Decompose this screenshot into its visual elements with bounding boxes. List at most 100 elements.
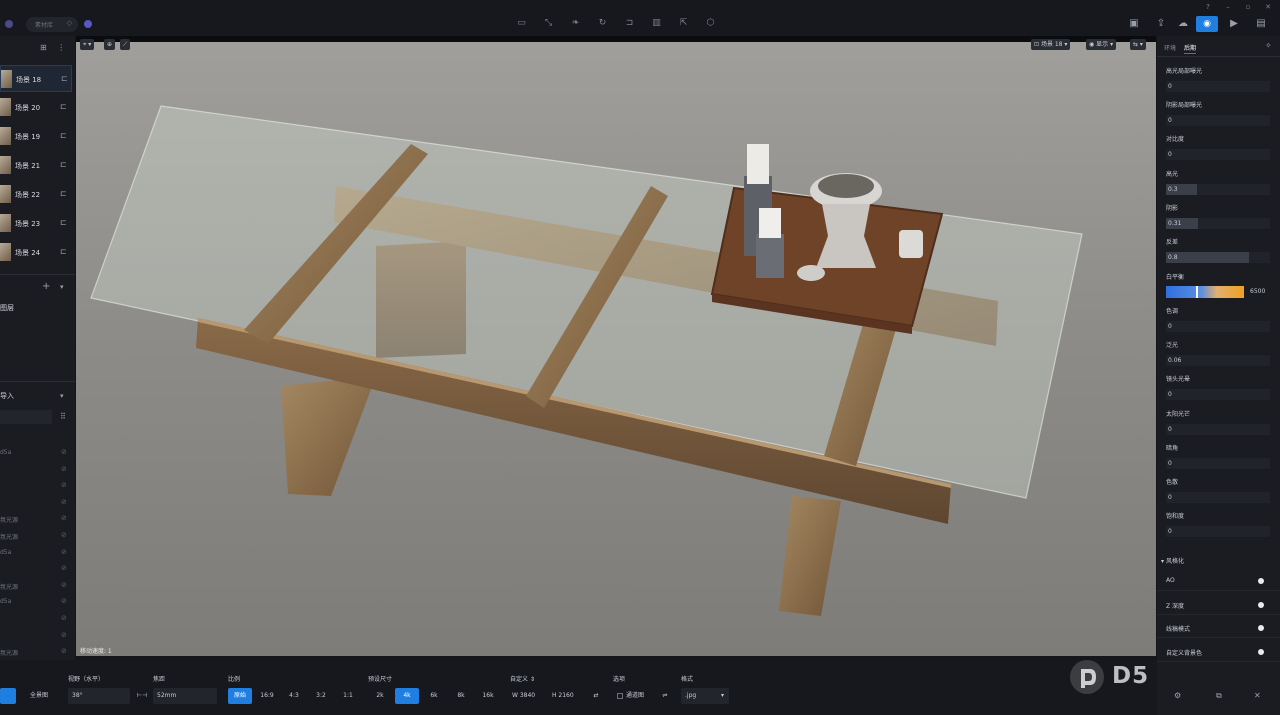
fov-field[interactable]: 38° — [68, 688, 130, 704]
ratio-button[interactable]: 4:3 — [282, 688, 306, 704]
stylize-header[interactable]: ▾ 风格化 — [1161, 556, 1184, 565]
render-viewport[interactable]: ⌖ ▾ ⊕ ⟋ ⊡ 场景 18 ▾ ◉ 显示 ▾ ⇆ ▾ 移动速度: 1 — [76, 36, 1156, 656]
visibility-off-icon[interactable]: ⊘ — [61, 481, 67, 489]
visibility-off-icon[interactable]: ⊘ — [61, 647, 67, 655]
white-balance-slider[interactable] — [1166, 286, 1244, 298]
scene-item[interactable]: 场景 22 ⊏ — [0, 181, 72, 208]
property-slider[interactable]: 0.8 — [1166, 252, 1270, 263]
list-item[interactable]: ⊘ — [0, 463, 75, 479]
camera-icon[interactable]: ⊏ — [60, 102, 67, 111]
width-field[interactable]: W 3840 — [508, 688, 546, 704]
toggle-switch[interactable] — [1258, 648, 1264, 655]
scene-item[interactable]: 场景 18 ⊏ — [0, 65, 72, 92]
app-logo[interactable] — [5, 20, 13, 28]
display-menu[interactable]: ◉ 显示 ▾ — [1086, 39, 1117, 50]
visibility-off-icon[interactable]: ⊘ — [61, 531, 67, 539]
pin-icon[interactable]: ✧ — [1265, 41, 1272, 50]
gear-icon[interactable]: ⚙ — [1174, 691, 1181, 700]
rotate-tool-icon[interactable]: ↻ — [597, 18, 608, 29]
chevron-down-icon[interactable]: ▾ — [60, 283, 64, 291]
scene-item[interactable]: 场景 19 ⊏ — [0, 123, 72, 150]
list-item[interactable]: d5a ⊘ — [0, 446, 75, 462]
property-slider[interactable]: 0 — [1166, 389, 1270, 401]
list-item[interactable]: ⊘ — [0, 496, 75, 512]
property-slider[interactable]: 0 — [1166, 81, 1270, 92]
close-button[interactable]: ✕ — [1262, 2, 1274, 12]
visibility-off-icon[interactable]: ⊘ — [61, 448, 67, 456]
camera-icon[interactable]: ⊏ — [60, 160, 67, 169]
property-slider[interactable]: 0 — [1166, 526, 1270, 538]
property-slider[interactable]: 0.3 — [1166, 183, 1270, 195]
restore-button[interactable]: ▫ — [1242, 2, 1254, 12]
export-icon[interactable]: ⇪ — [1154, 17, 1168, 31]
path-tool-icon[interactable]: ⤡ — [543, 18, 554, 29]
property-slider[interactable]: 0.31 — [1166, 217, 1270, 229]
preset-button[interactable]: 2k — [368, 688, 392, 704]
add-scene-icon[interactable]: ⊞ — [40, 43, 47, 52]
list-item[interactable]: ⊘ — [0, 612, 75, 628]
property-slider[interactable]: 0 — [1166, 115, 1270, 127]
visibility-off-icon[interactable]: ⊘ — [61, 581, 67, 589]
ratio-button[interactable]: 1:1 — [336, 688, 360, 704]
list-item[interactable]: ⊘ — [0, 562, 75, 578]
visibility-off-icon[interactable]: ⊘ — [61, 548, 67, 556]
panorama-button[interactable]: 全景图 — [22, 688, 56, 704]
terrain-tool-icon[interactable]: ⬡ — [705, 18, 716, 29]
preset-button[interactable]: 6k — [422, 688, 446, 704]
stylize-toggle-row[interactable]: 线稿模式 — [1157, 618, 1280, 638]
scene-select[interactable]: ⊡ 场景 18 ▾ — [1031, 39, 1071, 50]
stylize-toggle-row[interactable]: Z 深度 — [1157, 595, 1280, 615]
preset-button[interactable]: 4k — [395, 688, 419, 704]
visibility-off-icon[interactable]: ⊘ — [61, 614, 67, 622]
preset-button[interactable]: 16k — [476, 688, 500, 704]
image-mode-camera-icon[interactable]: ◉ — [1196, 16, 1218, 32]
list-item[interactable]: d5a ⊘ — [0, 546, 75, 562]
ruler-icon[interactable]: ⟋ — [120, 39, 131, 50]
visibility-off-icon[interactable]: ⊘ — [61, 514, 67, 522]
chevron-down-icon[interactable]: ▾ — [60, 392, 64, 400]
preset-button[interactable]: 8k — [449, 688, 473, 704]
camera-icon[interactable]: ⊏ — [60, 189, 67, 198]
focal-field[interactable]: 52mm — [153, 688, 217, 704]
toggle-switch[interactable] — [1258, 578, 1264, 584]
updown-icon[interactable]: ⇕ — [530, 676, 535, 683]
focal-link-icon[interactable]: ⊢⊣ — [136, 688, 148, 704]
close-icon[interactable]: ✕ — [1254, 691, 1261, 700]
minimize-button[interactable]: – — [1222, 2, 1234, 12]
more-icon[interactable]: ⋮ — [57, 43, 65, 52]
ratio-button[interactable]: 16:9 — [255, 688, 279, 704]
scene-item[interactable]: 场景 21 ⊏ — [0, 152, 72, 179]
white-balance-knob[interactable] — [1196, 286, 1199, 298]
toggle-switch[interactable] — [1258, 601, 1264, 608]
visibility-off-icon[interactable]: ⊘ — [61, 465, 67, 473]
list-item[interactable]: d5a ⊘ — [0, 595, 75, 611]
camera-icon[interactable]: ⊏ — [60, 218, 67, 227]
visibility-off-icon[interactable]: ⊘ — [61, 597, 67, 605]
globe-icon[interactable]: ⊕ — [104, 39, 116, 50]
stylize-toggle-row[interactable]: AO — [1157, 571, 1280, 591]
search-input[interactable] — [0, 410, 52, 424]
ratio-button[interactable]: 3:2 — [309, 688, 333, 704]
list-item[interactable]: 氛光源 ⊘ — [0, 512, 75, 528]
list-item[interactable]: ⊘ — [0, 629, 75, 645]
stylize-toggle-row[interactable]: 自定义背景色 — [1157, 642, 1280, 662]
avatar[interactable] — [84, 20, 92, 28]
scene-item[interactable]: 场景 24 ⊏ — [0, 239, 72, 266]
settings-slider-icon[interactable]: ⇌ — [660, 688, 670, 704]
scene-item[interactable]: 场景 20 ⊏ — [0, 94, 72, 121]
property-slider[interactable]: 0 — [1166, 321, 1270, 332]
list-item[interactable]: ⊘ — [0, 479, 75, 495]
select-tool-icon[interactable]: ⇱ — [678, 18, 689, 29]
swap-icon[interactable]: ⇄ — [590, 688, 602, 704]
format-select[interactable]: .jpg ▾ — [681, 688, 729, 704]
compare-menu[interactable]: ⇆ ▾ — [1130, 39, 1146, 50]
list-item[interactable]: 氛光源 ⊘ — [0, 529, 75, 545]
render-icon[interactable]: ▣ — [1127, 17, 1141, 31]
scene-item[interactable]: 场景 23 ⊏ — [0, 210, 72, 237]
camera-icon[interactable]: ⊏ — [60, 247, 67, 256]
property-slider[interactable]: 0 — [1166, 423, 1270, 435]
box-tool-icon[interactable]: ▭ — [516, 18, 527, 29]
add-layer-icon[interactable]: + — [42, 281, 50, 292]
tab-environment[interactable]: 环境 — [1164, 43, 1176, 52]
grid-tool-icon[interactable]: ▥ — [651, 18, 662, 29]
